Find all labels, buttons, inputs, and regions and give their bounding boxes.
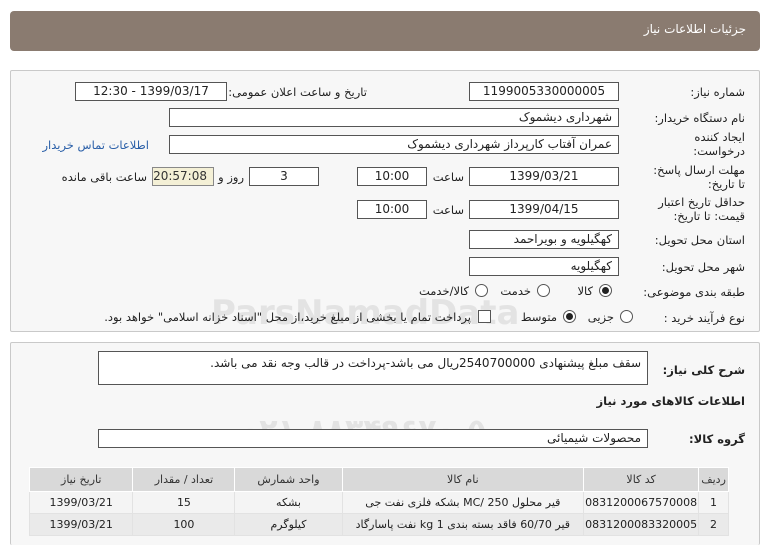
announce-label: تاریخ و ساعت اعلان عمومی:	[228, 85, 367, 99]
page-title: جزئیات اطلاعات نیاز	[643, 22, 746, 36]
cell-need-date: 1399/03/21	[28, 491, 134, 514]
cell-row-number: 2	[698, 513, 729, 536]
table-row: 1 0831200067570008 قیر محلول MC/ 250 بشک…	[28, 491, 729, 514]
page-title-bar: جزئیات اطلاعات نیاز	[10, 11, 760, 51]
cell-name: قیر محلول MC/ 250 بشکه فلزی نفت جی	[341, 491, 585, 514]
buyer-org-label: نام دستگاه خریدار:	[654, 111, 745, 125]
treasury-payment-note: پرداخت تمام یا بخشی از مبلغ خرید،از محل …	[104, 310, 471, 324]
purchase-option-medium: متوسط	[520, 310, 557, 324]
requester-label-line1: ایجاد کننده	[694, 130, 745, 144]
col-header-name: نام کالا	[341, 467, 585, 492]
validity-label-line2: قیمت: تا تاریخ:	[673, 209, 745, 223]
requester-label-line2: درخواست:	[693, 144, 745, 158]
cell-unit: بشکه	[234, 491, 343, 514]
col-header-row-number: ردیف	[698, 467, 729, 492]
purchase-option-minor: جزیی	[587, 310, 614, 324]
buyer-org-field: شهرداری دیشموک	[169, 108, 619, 127]
category-option-goods: کالا	[577, 284, 593, 298]
validity-date-field: 1399/04/15	[469, 200, 619, 219]
purchase-type-label: نوع فرآیند خرید :	[663, 311, 745, 325]
category-radio-service[interactable]	[537, 284, 550, 297]
cell-unit: کیلوگرم	[234, 513, 343, 536]
deadline-label-line1: مهلت ارسال پاسخ:	[653, 163, 745, 177]
deadline-date-field: 1399/03/21	[469, 167, 619, 186]
validity-time-label: ساعت	[432, 203, 464, 217]
deadline-time-field: 10:00	[357, 167, 427, 186]
cell-name: قیر 60/70 فاقد بسته بندی 1 kg نفت پاسارگ…	[341, 513, 585, 536]
cell-code: 0831200083320005	[583, 513, 700, 536]
category-radio-goods[interactable]	[599, 284, 612, 297]
deadline-time-label: ساعت	[432, 170, 464, 184]
col-header-unit: واحد شمارش	[234, 467, 343, 492]
cell-code: 0831200067570008	[583, 491, 700, 514]
goods-group-label: گروه کالا:	[689, 432, 745, 446]
description-text: سقف مبلغ پیشنهادی 2540700000ریال می باشد…	[210, 356, 641, 370]
table-row: 2 0831200083320005 قیر 60/70 فاقد بسته ب…	[28, 513, 729, 536]
days-remaining-field: 3	[249, 167, 319, 186]
description-box: سقف مبلغ پیشنهادی 2540700000ریال می باشد…	[98, 351, 648, 385]
announce-field: 1399/03/17 - 12:30	[75, 82, 227, 101]
goods-panel: پایگاه اطلاع رسانی مناقصه و مزایده ۰۲۱-۸…	[10, 342, 760, 545]
deadline-label-line2: تا تاریخ:	[707, 177, 745, 191]
need-number-field: 1199005330000005	[469, 82, 619, 101]
goods-table: ردیف کد کالا نام کالا واحد شمارش تعداد /…	[28, 467, 729, 536]
days-label: روز و	[218, 170, 244, 184]
city-label: شهر محل تحویل:	[661, 260, 745, 274]
city-field: کهگیلویه	[469, 257, 619, 276]
province-field: کهگیلویه و بویراحمد	[469, 230, 619, 249]
description-label: شرح کلی نیاز:	[662, 363, 745, 377]
category-option-service: خدمت	[500, 284, 531, 298]
province-label: استان محل تحویل:	[654, 233, 745, 247]
cell-quantity: 100	[132, 513, 236, 536]
col-header-need-date: تاریخ نیاز	[28, 467, 134, 492]
category-label: طبقه بندی موضوعی:	[643, 285, 745, 299]
validity-time-field: 10:00	[357, 200, 427, 219]
cell-need-date: 1399/03/21	[28, 513, 134, 536]
purchase-radio-medium[interactable]	[563, 310, 576, 323]
table-header-row: ردیف کد کالا نام کالا واحد شمارش تعداد /…	[28, 467, 729, 492]
need-number-label: شماره نیاز:	[690, 85, 745, 99]
buyer-contact-link[interactable]: اطلاعات تماس خریدار	[42, 138, 149, 152]
validity-label-line1: حداقل تاریخ اعتبار	[658, 195, 745, 209]
purchase-radio-minor[interactable]	[620, 310, 633, 323]
goods-group-field: محصولات شیمیائی	[98, 429, 648, 448]
col-header-code: کد کالا	[583, 467, 700, 492]
treasury-payment-checkbox[interactable]	[478, 310, 491, 323]
category-radio-goods-service[interactable]	[475, 284, 488, 297]
col-header-quantity: تعداد / مقدار	[132, 467, 236, 492]
remaining-time-label: ساعت باقی مانده	[61, 170, 147, 184]
need-details-panel: ParsNamadData شماره نیاز: 11990053300000…	[10, 70, 760, 333]
category-option-goods-service: کالا/خدمت	[418, 284, 469, 298]
remaining-time-field: 20:57:08	[152, 167, 214, 186]
goods-section-title: اطلاعات کالاهای مورد نیاز	[596, 394, 745, 408]
cell-row-number: 1	[698, 491, 729, 514]
requester-field: عمران آفتاب کارپرداز شهرداری دیشموک	[169, 135, 619, 154]
cell-quantity: 15	[132, 491, 236, 514]
